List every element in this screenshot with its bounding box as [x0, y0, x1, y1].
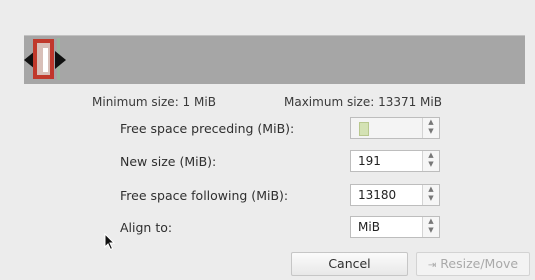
free-space-following-value[interactable]: 13180 [358, 188, 396, 202]
up-down-arrows-icon[interactable]: ▲ ▼ [422, 151, 439, 171]
partition-used-area [43, 48, 48, 72]
resize-right-handle-icon[interactable] [55, 51, 66, 69]
partition-block[interactable] [33, 39, 54, 79]
minimum-size-label: Minimum size: 1 MiB [92, 95, 216, 109]
resize-move-button[interactable]: ⇥ Resize/Move [416, 252, 530, 276]
mouse-pointer-icon [104, 233, 116, 251]
align-to-label: Align to: [120, 220, 173, 235]
resize-icon: ⇥ [427, 260, 437, 271]
free-space-following-spinbox[interactable]: 13180 ▲ ▼ [350, 184, 440, 206]
free-space-following-label: Free space following (MiB): [120, 188, 289, 203]
align-to-value[interactable]: MiB [358, 220, 380, 234]
up-down-arrows-icon[interactable]: ▲ ▼ [422, 118, 439, 138]
free-space-preceding-spinbox[interactable]: 0 ▲▼ [350, 117, 440, 139]
new-size-spinbox[interactable]: 191 ▲ ▼ [350, 150, 440, 172]
up-down-arrows-icon[interactable]: ▲ ▼ [422, 185, 439, 205]
align-to-combobox[interactable]: MiB ▲ ▼ [350, 216, 440, 238]
new-size-value[interactable]: 191 [358, 154, 381, 168]
up-down-arrows-icon[interactable]: ▲ ▼ [422, 217, 439, 237]
maximum-size-label: Maximum size: 13371 MiB [284, 95, 442, 109]
resize-move-label: Resize/Move [440, 256, 519, 271]
new-size-label: New size (MiB): [120, 154, 217, 169]
free-space-preceding-label: Free space preceding (MiB): [120, 121, 295, 136]
free-space-preceding-value[interactable]: 0 [359, 122, 369, 136]
cancel-button[interactable]: Cancel [291, 252, 408, 276]
partition-graphic-bar[interactable] [24, 35, 525, 84]
